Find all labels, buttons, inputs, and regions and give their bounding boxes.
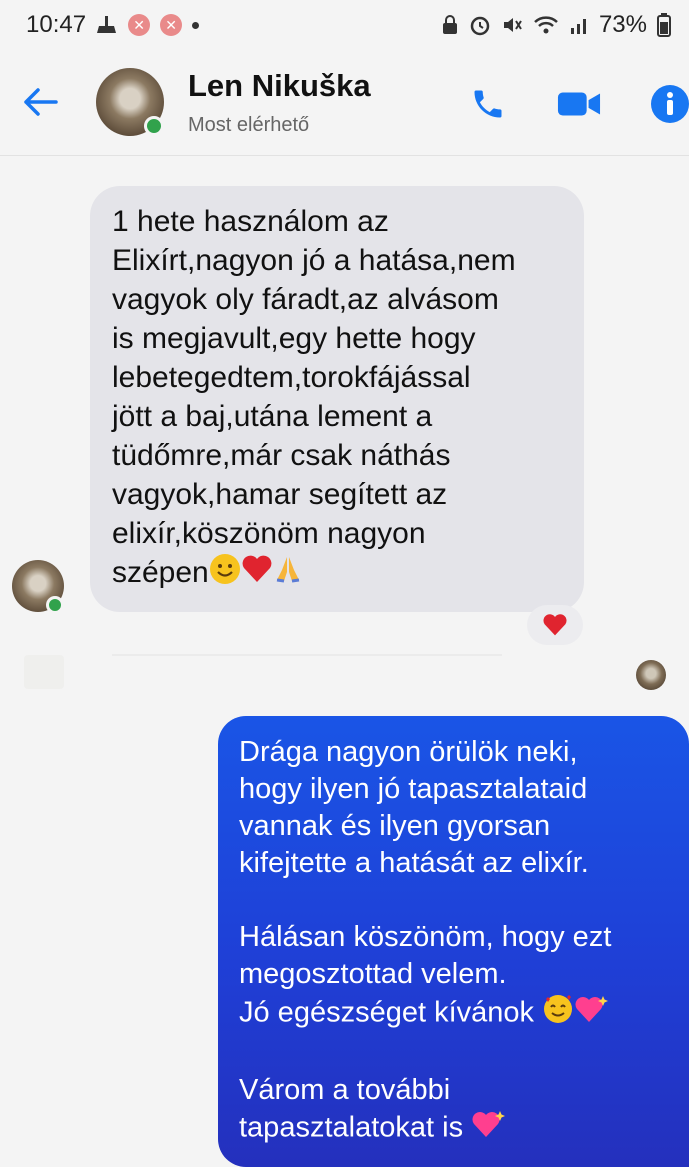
broom-icon [97,16,117,33]
conversation-header: Len Nikuška Most elérhető [0,52,689,156]
incoming-message-text: 1 hete használom az Elixírt,nagyon jó a … [112,202,562,595]
red-heart-emoji [241,554,273,594]
sparkling-heart-emoji-2 [471,1109,506,1149]
seen-by-avatar [636,660,666,690]
faint-artifact [24,655,64,689]
incoming-message-bubble[interactable]: 1 hete használom az Elixírt,nagyon jó a … [90,186,584,612]
video-call-button[interactable] [557,82,601,126]
status-time: 10:47 [26,11,87,38]
message-divider [112,654,502,656]
outgoing-paragraph-1: Drága nagyon örülök neki, hogy ilyen jó … [239,736,589,879]
phone-icon [474,90,502,118]
smiling-face-emoji [209,553,241,595]
outgoing-paragraph-2: Hálásan köszönöm, hogy ezt megosztottad … [239,919,669,1035]
online-indicator [144,116,164,136]
info-icon [651,85,689,123]
heart-reaction-icon [543,614,567,636]
alarm-icon [470,16,490,36]
outgoing-message-bubble[interactable]: Drága nagyon örülök neki, hogy ilyen jó … [218,716,689,1167]
contact-status: Most elérhető [188,114,310,136]
more-notifications-dot [192,21,200,29]
status-bar: 10:47 ✕ ✕ 73% [0,0,689,50]
back-button[interactable] [20,82,60,122]
lock-icon [442,15,457,34]
folded-hands-emoji [273,554,303,594]
wifi-icon [534,16,558,34]
outgoing-paragraph-3: Várom a további tapasztalatokat is [239,1072,669,1149]
sparkling-heart-emoji [574,994,609,1034]
battery-icon [657,13,671,37]
sender-online-indicator [46,596,64,614]
contact-name[interactable]: Len Nikuška [188,68,371,104]
call-button[interactable] [466,82,510,126]
mute-icon [503,18,522,32]
signal-icon [570,19,586,34]
status-bar-right: 73% [441,11,671,39]
smiling-face-with-hearts-emoji [542,993,574,1035]
message-reaction[interactable] [527,605,583,645]
status-bar-left: 10:47 ✕ ✕ [26,11,200,39]
notification-blocked-icon-2: ✕ [160,14,183,36]
info-button[interactable] [648,82,689,126]
notification-blocked-icon: ✕ [128,14,151,36]
video-camera-icon [557,92,601,116]
battery-percent: 73% [598,11,647,38]
back-arrow-icon [24,88,58,116]
